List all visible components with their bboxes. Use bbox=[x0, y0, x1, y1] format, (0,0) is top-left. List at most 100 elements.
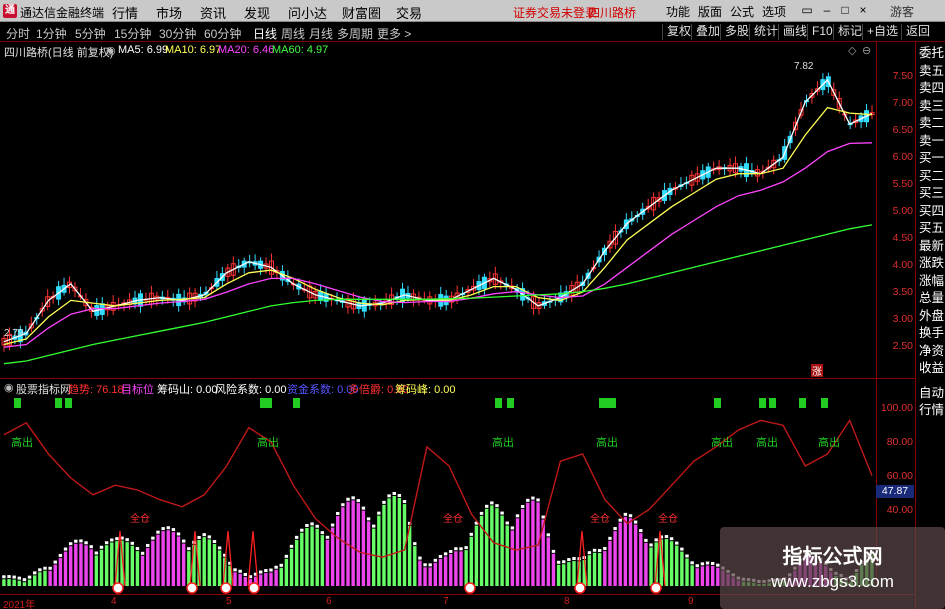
y-tick: 6.00 bbox=[892, 151, 913, 163]
settings-dot-icon[interactable]: ◉ bbox=[106, 44, 116, 57]
menu-formula[interactable]: 公式 bbox=[730, 3, 754, 20]
hist-cap bbox=[99, 545, 104, 549]
side-panel-item[interactable]: 行情 bbox=[918, 403, 945, 417]
hist-cap bbox=[505, 521, 509, 525]
restore-layout-icon[interactable]: ▭ bbox=[800, 3, 814, 17]
hist-bar bbox=[428, 567, 432, 586]
candle-body bbox=[165, 296, 171, 301]
hist-cap bbox=[259, 570, 263, 574]
hist-cap bbox=[700, 562, 705, 566]
maximize-icon[interactable]: □ bbox=[838, 3, 852, 17]
side-panel-item[interactable]: 买二 bbox=[918, 169, 945, 183]
candle-body bbox=[689, 174, 695, 186]
candle-body bbox=[602, 247, 608, 256]
target-label: 目标位 bbox=[121, 384, 154, 396]
period-1min[interactable]: 1分钟 bbox=[36, 25, 67, 42]
hist-bar bbox=[7, 579, 11, 586]
period-15min[interactable]: 15分钟 bbox=[114, 25, 151, 42]
login-notice[interactable]: 证券交易未登录 bbox=[513, 4, 597, 21]
candle-body bbox=[612, 231, 618, 245]
period-60min[interactable]: 60分钟 bbox=[204, 25, 241, 42]
close-icon[interactable]: × bbox=[856, 3, 870, 17]
rise-marker-text: 涨 bbox=[812, 366, 822, 378]
menu-layout[interactable]: 版面 bbox=[698, 3, 722, 20]
candle-body bbox=[203, 291, 209, 295]
side-panel-item[interactable]: 涨跌 bbox=[918, 256, 945, 270]
side-panel-item[interactable]: 总量 bbox=[918, 291, 945, 305]
period-tick[interactable]: 分时 bbox=[6, 25, 30, 42]
side-panel-item[interactable]: 卖二 bbox=[918, 116, 945, 130]
hist-cap bbox=[202, 533, 206, 537]
minimize-icon[interactable]: – bbox=[820, 3, 834, 17]
add-watchlist-button[interactable]: +自选 bbox=[862, 24, 902, 40]
hist-cap bbox=[2, 575, 6, 579]
side-panel-item[interactable]: 自动 bbox=[918, 386, 945, 400]
candle-body bbox=[318, 291, 324, 301]
candle-body bbox=[312, 290, 318, 299]
period-multi[interactable]: 多周期 bbox=[337, 25, 373, 42]
menu-options[interactable]: 选项 bbox=[762, 3, 786, 20]
side-panel-item[interactable]: 卖三 bbox=[918, 99, 945, 113]
hist-cap bbox=[305, 524, 309, 528]
hist-bar bbox=[454, 551, 458, 586]
side-panel-item[interactable]: 买三 bbox=[918, 186, 945, 200]
period-monthly[interactable]: 月线 bbox=[309, 25, 333, 42]
side-panel-item[interactable]: 委托 bbox=[918, 46, 945, 60]
hist-bar bbox=[207, 539, 212, 586]
candle-body bbox=[12, 335, 18, 340]
period-weekly[interactable]: 周线 bbox=[281, 25, 305, 42]
side-panel-item[interactable]: 买四 bbox=[918, 204, 945, 218]
menu-trade[interactable]: 交易 bbox=[396, 3, 422, 22]
candle-body bbox=[836, 97, 842, 109]
hist-cap bbox=[418, 556, 422, 560]
side-panel-item[interactable]: 买五 bbox=[918, 221, 945, 235]
hist-cap bbox=[38, 568, 42, 572]
side-panel-item[interactable]: 涨幅 bbox=[918, 274, 945, 288]
signal-spike bbox=[189, 530, 201, 587]
menu-functions[interactable]: 功能 bbox=[666, 3, 690, 20]
y-tick: 4.50 bbox=[892, 232, 913, 244]
chart-divider bbox=[0, 378, 915, 379]
period-more[interactable]: 更多 > bbox=[377, 25, 411, 42]
hist-bar bbox=[675, 545, 679, 586]
hist-cap bbox=[17, 576, 22, 580]
side-panel-item[interactable]: 外盘 bbox=[918, 309, 945, 323]
buy-signal-text: 全仓 bbox=[130, 512, 150, 525]
menu-wealth-circle[interactable]: 财富圈 bbox=[342, 3, 381, 22]
hist-bar bbox=[490, 505, 494, 586]
y-axis-divider bbox=[876, 42, 877, 587]
period-30min[interactable]: 30分钟 bbox=[159, 25, 196, 42]
candle-body bbox=[623, 219, 629, 230]
menu-market[interactable]: 市场 bbox=[156, 3, 182, 22]
side-panel-item[interactable]: 换手 bbox=[918, 326, 945, 340]
menu-ask-xiaoda[interactable]: 问小达 bbox=[288, 3, 327, 22]
hist-bar bbox=[223, 557, 227, 586]
sub-settings-dot-icon[interactable]: ◉ bbox=[4, 381, 14, 394]
menu-market-quotes[interactable]: 行情 bbox=[112, 3, 138, 22]
candle-body bbox=[460, 293, 466, 296]
side-panel-item[interactable]: 最新 bbox=[918, 239, 945, 253]
back-button[interactable]: 返回 bbox=[901, 24, 934, 40]
side-panel-item[interactable]: 净资 bbox=[918, 344, 945, 358]
diamond-icon[interactable]: ◇ bbox=[848, 44, 856, 57]
side-panel-item[interactable]: 买一 bbox=[918, 151, 945, 165]
side-panel-item[interactable]: 卖四 bbox=[918, 81, 945, 95]
period-daily[interactable]: 日线 bbox=[253, 25, 277, 42]
hist-bar bbox=[690, 565, 694, 586]
period-5min[interactable]: 5分钟 bbox=[75, 25, 106, 42]
hist-bar bbox=[387, 498, 391, 586]
candle-body bbox=[94, 304, 100, 316]
collapse-icon[interactable]: ⊖ bbox=[862, 44, 871, 57]
hist-cap bbox=[597, 549, 602, 553]
side-panel-item[interactable]: 收益 bbox=[918, 361, 945, 375]
side-panel-item[interactable]: 卖五 bbox=[918, 64, 945, 78]
candle-body bbox=[809, 92, 815, 98]
candle-body bbox=[339, 300, 345, 303]
side-panel-item[interactable]: 卖一 bbox=[918, 134, 945, 148]
menu-discover[interactable]: 发现 bbox=[244, 3, 270, 22]
hist-cap bbox=[79, 539, 83, 543]
candle-body bbox=[803, 100, 809, 103]
hist-bar bbox=[495, 508, 499, 586]
menu-news[interactable]: 资讯 bbox=[200, 3, 226, 22]
hist-cap bbox=[531, 496, 535, 500]
